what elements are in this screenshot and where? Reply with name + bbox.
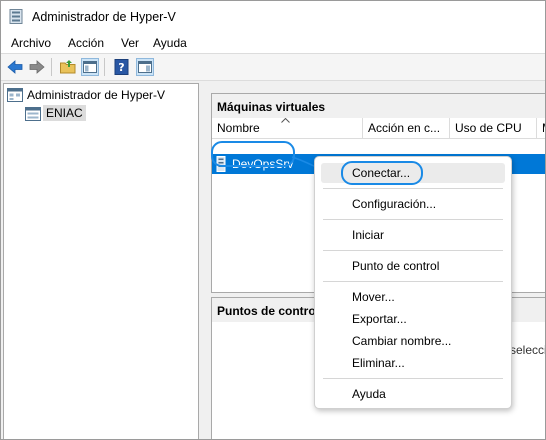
menu-item-mover[interactable]: Mover...	[352, 290, 395, 304]
menu-separator	[323, 378, 503, 379]
show-hide-tree-icon[interactable]	[81, 58, 99, 76]
sort-ascending-icon	[281, 118, 290, 123]
menu-item-eliminar[interactable]: Eliminar...	[352, 356, 405, 370]
toolbar-separator	[51, 58, 52, 76]
checkpoints-empty-text: selecci	[510, 343, 546, 357]
menu-separator	[323, 250, 503, 251]
column-header-accion[interactable]: Acción en c...	[363, 118, 450, 139]
svg-text:?: ?	[118, 61, 124, 74]
up-folder-icon[interactable]	[59, 58, 77, 76]
menu-separator	[323, 219, 503, 220]
menu-item-exportar[interactable]: Exportar...	[352, 312, 407, 326]
back-arrow-icon[interactable]	[6, 58, 24, 76]
virtual-machines-title: Máquinas virtuales	[217, 100, 326, 114]
help-icon[interactable]: ?	[113, 58, 131, 76]
column-header-cpu[interactable]: Uso de CPU	[450, 118, 537, 139]
menu-ver[interactable]: Ver	[121, 36, 139, 50]
navigation-tree: Administrador de Hyper-V ENIAC	[3, 83, 199, 439]
column-header-memoria[interactable]: M	[537, 118, 545, 139]
menu-ayuda[interactable]: Ayuda	[153, 36, 187, 50]
column-header-nombre[interactable]: Nombre	[212, 118, 363, 139]
hyperv-manager-window: Administrador de Hyper-V Archivo Acción …	[0, 0, 546, 440]
menu-separator	[323, 188, 503, 189]
title-bar: Administrador de Hyper-V	[1, 1, 545, 33]
tree-item-eniac[interactable]: ENIAC	[43, 105, 86, 121]
tree-item-hyperv-manager[interactable]: Administrador de Hyper-V	[27, 88, 165, 102]
menu-bar: Archivo Acción Ver Ayuda	[1, 33, 545, 54]
toolbar-separator	[104, 58, 105, 76]
virtual-machines-panel-header: Máquinas virtuales	[212, 94, 545, 118]
conectar-highlight-outline	[341, 161, 423, 185]
toolbar: ?	[1, 54, 545, 81]
vm-highlight-outline	[211, 141, 295, 167]
hyperv-app-icon	[9, 9, 23, 24]
forward-arrow-icon[interactable]	[28, 58, 46, 76]
menu-accion[interactable]: Acción	[68, 36, 104, 50]
menu-archivo[interactable]: Archivo	[11, 36, 51, 50]
window-title: Administrador de Hyper-V	[32, 10, 176, 24]
menu-item-cambiar-nombre[interactable]: Cambiar nombre...	[352, 334, 451, 348]
hyperv-manager-icon	[7, 88, 23, 102]
server-icon	[25, 107, 41, 121]
menu-item-iniciar[interactable]: Iniciar	[352, 228, 384, 242]
menu-item-ayuda[interactable]: Ayuda	[352, 387, 386, 401]
menu-item-configuracion[interactable]: Configuración...	[352, 197, 436, 211]
context-menu: Conectar... Configuración... Iniciar Pun…	[314, 156, 512, 409]
menu-separator	[323, 281, 503, 282]
menu-item-punto-de-control[interactable]: Punto de control	[352, 259, 439, 273]
checkpoints-title: Puntos de control	[217, 304, 319, 318]
action-pane-icon[interactable]	[136, 58, 154, 76]
